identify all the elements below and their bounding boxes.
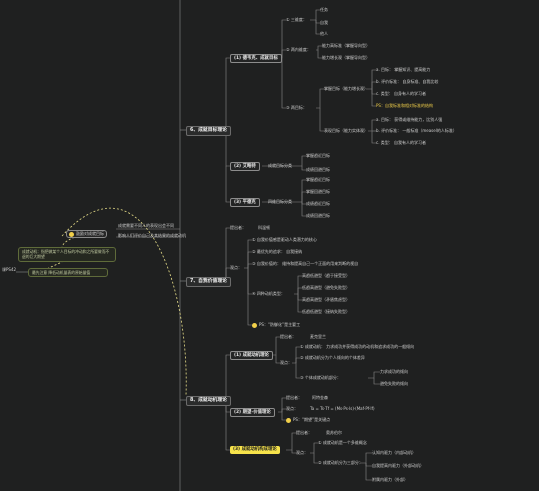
s6-b2-sub1: 掌握趋近目标 [306, 153, 330, 158]
s6-branch-3[interactable]: (3) 平德克 [230, 198, 260, 207]
left-note-1: 成就动机：指把做某个人目标的冲动和之所要做而不退的巨大期望 [18, 247, 116, 262]
s8-b3-proposer-value: 奥苏伯尔 [326, 430, 342, 435]
s6-g1-c: c. 类型： 自身有人的学习者 [376, 91, 427, 96]
s8-b3-sub1: 认知内驱力（内部动机） [372, 450, 416, 455]
s7-view-4: ④ 四种动机类型： [252, 291, 285, 296]
s8-b2-proposer-value: 阿特金森 [312, 395, 328, 400]
s8-b3-proposer-label: 提出者： [296, 430, 312, 435]
s7-ps-text: PS：“防御化”是主要工 [259, 322, 301, 327]
s6-b1-item2-sub2: 能力增长观（掌握导向型） [322, 55, 370, 60]
s8-b3-view-label: 观点： [296, 450, 308, 455]
s8-branch-1[interactable]: (1) 成就动机理论 [230, 351, 273, 360]
s8-b3-sub3: 附属内驱力（外部） [372, 477, 408, 482]
s6-g2-b: b. 评价标准： 一般标准（measel的人标准） [376, 128, 457, 133]
ps-icon [252, 322, 257, 328]
s8-b1-sub2: 避免失败的倾向 [380, 381, 408, 386]
s6-branch-1[interactable]: (1) 德韦克、成就目标 [230, 54, 282, 63]
section-8-node[interactable]: 8、成就动机理论 [186, 396, 231, 406]
s8-b1-sub1: 力求成功的倾向 [380, 369, 408, 374]
s8-b1-proposer-label: 提出者： [280, 334, 296, 339]
s7-view-2: ② 最优先的追求： 自我接纳 [252, 249, 303, 254]
s7-proposer-value: 科温顿 [258, 225, 270, 230]
summary-node-text: 鼓励对成就目标 [76, 231, 104, 236]
s8-b3-view-1: ① 成就动机是一个多维概念 [318, 440, 367, 445]
s8-b2-ps-label: PS： [293, 417, 302, 422]
s6-b1-item2-sub1: 能力高标准（掌握导向型） [322, 43, 370, 48]
s8-b1-proposer-value: 麦克里兰 [310, 334, 326, 339]
s6-b1-item3: ③ 两目标： [286, 105, 307, 110]
s7-type-3: 高趋高避型（矛盾焦虑型） [302, 297, 350, 302]
s7-type-1: 高趋低避型（趋于接受型） [302, 273, 350, 278]
s6-b1-item1: ① 三维度： [286, 17, 307, 22]
s6-g2-a: a. 目标： 获得或维持能力，比别人强 [376, 117, 443, 122]
s6-b1-item1-sub2: 自我 [320, 20, 328, 25]
s6-b1-group2: 表现目标（能力实体观） [324, 128, 368, 133]
s8-b2-view-label: 观点： [286, 406, 298, 411]
s8-b2-ps-value: “期望”是关键点 [301, 417, 331, 422]
s6-b2-label: 成就目标分类 [268, 163, 292, 168]
s6-b1-group1: 掌握目标（能力增长观） [324, 86, 368, 91]
s7-type-2: 低趋高避型（避免失败型） [302, 285, 350, 290]
s6-branch-2[interactable]: (2) 艾略特 [230, 162, 260, 171]
connector-lines [16, 0, 380, 491]
s6-b3-sub3: 成绩趋近目标 [306, 201, 330, 206]
s8-b2-ps: PS：“期望”是关键点 [286, 417, 330, 423]
summary-node[interactable]: 鼓励对成就目标 [66, 230, 107, 238]
s8-b1-view-3: ③ 个体成就动机部分： [300, 375, 341, 380]
mind-map-canvas: 课PS42 鼓励对成就目标 成就需要不同人的表现出会不同 影响人们评价自己及其结… [0, 0, 539, 491]
s7-view-label: 观点： [230, 265, 242, 270]
s8-b3-view-2: ② 成就动机分为三部分： [318, 460, 363, 465]
s6-g2-c: c. 类型： 自我有人的学习者 [376, 140, 427, 145]
s8-b1-view-1: ① 成就动机： 力求成功并获得成功的动机和追求成功的一般倾向 [300, 344, 415, 349]
section-6-node[interactable]: 6、成就目标理论 [186, 126, 231, 136]
left-note-2: 最先注意 降低动机量表的原始量值 [28, 268, 108, 278]
s8-branch-2[interactable]: (2) 期望-价值理论 [230, 408, 275, 417]
s8-b1-view-2: ② 成就动机分为个人倾向的个体差异 [300, 355, 365, 360]
s7-view-3: ③ 自我价值的： 维持和提高自己一个正面的用来判断的视自 [252, 261, 359, 266]
s6-b2-sub2: 成绩回避目标 [306, 167, 330, 172]
s6-g1-ps: PS：自我标准和相对标准的结构 [376, 103, 433, 108]
s6-b3-sub1: 掌握趋近目标 [306, 177, 330, 182]
s6-b1-item1-sub3: 他人 [320, 31, 328, 36]
section-7-node[interactable]: 7、自我价值理论 [186, 277, 231, 287]
s6-b3-sub2: 掌握回避目标 [306, 189, 330, 194]
ps-icon [286, 417, 291, 423]
s6-g1-a: a. 目标： 掌握知识、提高能力 [376, 67, 431, 72]
s7-view-1: ① 自我价值感是驱动人类潜力的核心 [252, 237, 317, 242]
s7-ps: PS：“防御化”是主要工 [252, 322, 300, 328]
s8-b1-view-label: 观点： [280, 360, 292, 365]
s8-branch-3-highlighted[interactable]: (3) 成就动机构成理论 [230, 446, 280, 454]
s6-b3-sub4: 成绩回避目标 [306, 213, 330, 218]
s8-b2-proposer-label: 提出者： [286, 395, 302, 400]
s6-g1-b: b. 评价标准： 自身标准、自我比较 [376, 79, 439, 84]
left-edge-label: 课PS42 [2, 267, 17, 272]
top-note-1: 成就需要不同人的表现出会不同 [118, 223, 174, 228]
s6-b1-item1-sub1: 任务 [320, 7, 328, 12]
s6-b1-item2: ② 两内维度： [286, 47, 311, 52]
star-icon [69, 231, 74, 237]
s8-b2-formula: Ta = Ts·Tf = (Ms·Ps·Is)·(Maf·Pf·If) [310, 406, 375, 411]
top-note-2: 影响人们评价自己及其结果的成就动机 [118, 233, 186, 238]
s7-type-4: 低趋低避型（接纳失败型） [302, 309, 350, 314]
s6-b3-label: 四维目标分类 [268, 199, 292, 204]
s7-proposer-label: 提出者： [230, 225, 246, 230]
s8-b3-sub2: 自我提高内驱力（外部动机） [372, 463, 424, 468]
